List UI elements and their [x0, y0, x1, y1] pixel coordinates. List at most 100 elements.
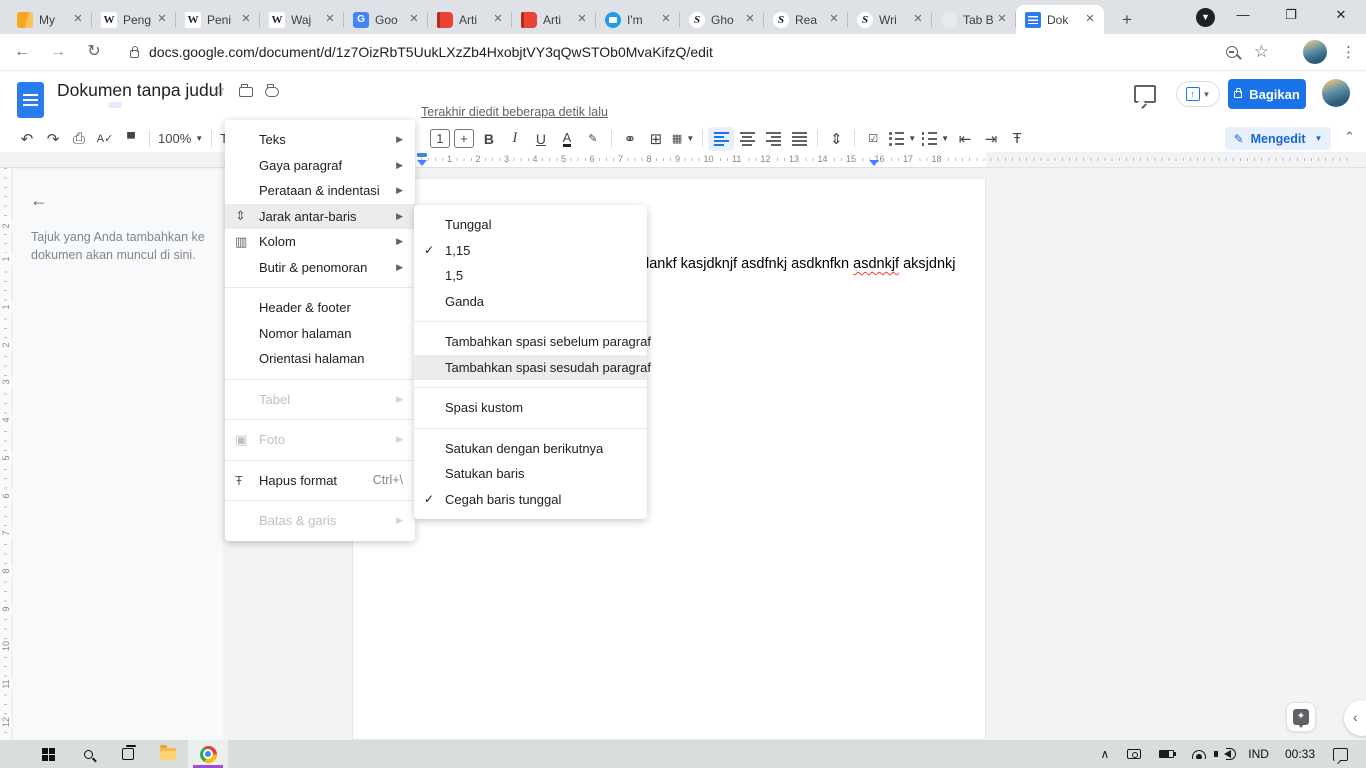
format-menu-item[interactable]: ▣ Foto ▶: [225, 427, 415, 453]
reload-icon[interactable]: ↻: [80, 38, 108, 66]
collapse-menus-chevron-icon[interactable]: ⌃: [1344, 129, 1355, 145]
spacing-submenu-item[interactable]: Tambahkan spasi sesudah paragraf: [414, 355, 647, 381]
spacing-submenu-item[interactable]: Spasi kustom: [414, 395, 647, 421]
close-tab-icon[interactable]: ✕: [658, 12, 674, 28]
back-icon[interactable]: ←: [8, 38, 36, 66]
bookmark-star-icon[interactable]: ☆: [1254, 42, 1269, 62]
close-tab-icon[interactable]: ✕: [826, 12, 842, 28]
media-controls-button[interactable]: ▼: [1196, 8, 1215, 27]
spacing-submenu-item[interactable]: [414, 428, 647, 429]
browser-tab[interactable]: Arti ✕: [428, 5, 512, 34]
menubar-item[interactable]: [108, 102, 122, 108]
format-menu-item[interactable]: ⇕ Jarak antar-baris ▶: [225, 204, 415, 230]
format-menu-item[interactable]: [225, 379, 415, 380]
browser-tab[interactable]: W Peni ✕: [176, 5, 260, 34]
spacing-submenu-item[interactable]: [414, 387, 647, 388]
close-window-button[interactable]: ✕: [1318, 0, 1364, 32]
maximize-button[interactable]: ❐: [1268, 0, 1314, 32]
spacing-submenu-item[interactable]: 1,5: [414, 263, 647, 289]
browser-tab[interactable]: S Rea ✕: [764, 5, 848, 34]
menubar-item[interactable]: [52, 102, 66, 108]
editing-mode-button[interactable]: ✎ Mengedit ▼: [1225, 127, 1331, 150]
zoom-out-indicator-icon[interactable]: [1226, 46, 1238, 58]
close-tab-icon[interactable]: ✕: [574, 12, 590, 28]
spacing-submenu-item[interactable]: Satukan dengan berikutnya: [414, 436, 647, 462]
browser-menu-dots-icon[interactable]: ⋮: [1341, 43, 1356, 61]
file-explorer-button[interactable]: [148, 740, 188, 768]
site-security-lock-icon[interactable]: [130, 50, 139, 58]
browser-tab[interactable]: Tab Baru ✕: [932, 5, 1016, 34]
spacing-submenu-item[interactable]: Tambahkan spasi sebelum paragraf: [414, 329, 647, 355]
browser-tab[interactable]: G Goo ✕: [344, 5, 428, 34]
clock[interactable]: 00:33: [1285, 747, 1315, 761]
format-menu-item[interactable]: Perataan & indentasi ▶: [225, 178, 415, 204]
wifi-icon[interactable]: [1192, 750, 1206, 759]
close-tab-icon[interactable]: ✕: [490, 12, 506, 28]
format-menu-item[interactable]: Orientasi halaman: [225, 346, 415, 372]
close-tab-icon[interactable]: ✕: [70, 12, 86, 28]
menubar-item[interactable]: [150, 102, 164, 108]
document-text-line[interactable]: lankf kasjdknjf asdfnkj asdknfkn asdnkjf…: [646, 256, 956, 272]
side-panel-chevron[interactable]: ‹: [1344, 700, 1366, 736]
share-button[interactable]: Bagikan: [1228, 79, 1306, 109]
task-view-button[interactable]: [108, 740, 148, 768]
start-button[interactable]: [28, 740, 68, 768]
document-title[interactable]: Dokumen tanpa judul: [57, 80, 222, 101]
browser-tab[interactable]: S Gho ✕: [680, 5, 764, 34]
format-menu-item[interactable]: [225, 419, 415, 420]
close-tab-icon[interactable]: ✕: [742, 12, 758, 28]
browser-tab[interactable]: Arti ✕: [512, 5, 596, 34]
format-menu-item[interactable]: ▥ Kolom ▶: [225, 229, 415, 255]
keyboard-language-indicator[interactable]: IND: [1248, 747, 1269, 761]
browser-profile-avatar[interactable]: [1303, 40, 1327, 64]
horizontal-ruler[interactable]: 123456789101112131415161718: [0, 152, 1366, 168]
format-menu-item[interactable]: Batas & garis ▶: [225, 508, 415, 534]
format-menu-item[interactable]: Header & footer: [225, 295, 415, 321]
close-tab-icon[interactable]: ✕: [238, 12, 254, 28]
browser-tab[interactable]: S Wri ✕: [848, 5, 932, 34]
menubar-item[interactable]: [80, 102, 94, 108]
right-indent-marker[interactable]: [869, 160, 879, 166]
volume-icon[interactable]: [1224, 750, 1231, 758]
move-to-folder-icon[interactable]: [239, 87, 253, 97]
close-tab-icon[interactable]: ✕: [994, 12, 1010, 28]
menubar-item[interactable]: [66, 102, 80, 108]
format-menu-item[interactable]: Gaya paragraf ▶: [225, 153, 415, 179]
vertical-ruler[interactable]: 21123456789101112: [0, 168, 12, 740]
spacing-submenu-item[interactable]: ✓ Cegah baris tunggal: [414, 487, 647, 513]
menubar-item[interactable]: [122, 102, 136, 108]
left-indent-marker[interactable]: [417, 160, 427, 166]
browser-tab[interactable]: W Waj ✕: [260, 5, 344, 34]
notification-center-icon[interactable]: [1333, 748, 1348, 761]
browser-tab[interactable]: W Peng ✕: [92, 5, 176, 34]
close-tab-icon[interactable]: ✕: [1082, 12, 1098, 28]
minimize-button[interactable]: —: [1220, 0, 1266, 32]
spacing-submenu-item[interactable]: ✓ 1,15: [414, 238, 647, 264]
close-tab-icon[interactable]: ✕: [406, 12, 422, 28]
format-menu-item[interactable]: Teks ▶: [225, 127, 415, 153]
cast-display-icon[interactable]: [1127, 749, 1141, 759]
explore-button[interactable]: ✦: [1286, 702, 1316, 732]
browser-tab[interactable]: I'm ✕: [596, 5, 680, 34]
format-menu-item[interactable]: Butir & penomoran ▶: [225, 255, 415, 281]
browser-tab[interactable]: Dok ✕: [1016, 5, 1104, 34]
close-tab-icon[interactable]: ✕: [154, 12, 170, 28]
menubar-item[interactable]: [136, 102, 150, 108]
new-tab-button[interactable]: +: [1114, 7, 1140, 33]
format-menu-item[interactable]: [225, 500, 415, 501]
first-line-indent-marker[interactable]: [417, 153, 427, 157]
google-docs-logo-icon[interactable]: [17, 82, 44, 118]
chrome-taskbar-button[interactable]: [188, 740, 228, 768]
menubar-item[interactable]: [94, 102, 108, 108]
forward-icon[interactable]: →: [44, 38, 72, 66]
last-edit-link[interactable]: Terakhir diedit beberapa detik lalu: [421, 105, 608, 119]
format-menu-item[interactable]: Nomor halaman: [225, 321, 415, 347]
tray-expand-chevron-icon[interactable]: ∧: [1101, 747, 1110, 761]
close-outline-arrow-icon[interactable]: ←: [30, 190, 48, 211]
format-menu-item[interactable]: [225, 460, 415, 461]
star-document-icon[interactable]: ☆: [213, 82, 226, 99]
spacing-submenu-item[interactable]: [414, 321, 647, 322]
open-comments-icon[interactable]: [1134, 85, 1156, 103]
format-menu-item[interactable]: Ŧ Hapus format Ctrl+\: [225, 468, 415, 494]
spacing-submenu-item[interactable]: Satukan baris: [414, 461, 647, 487]
